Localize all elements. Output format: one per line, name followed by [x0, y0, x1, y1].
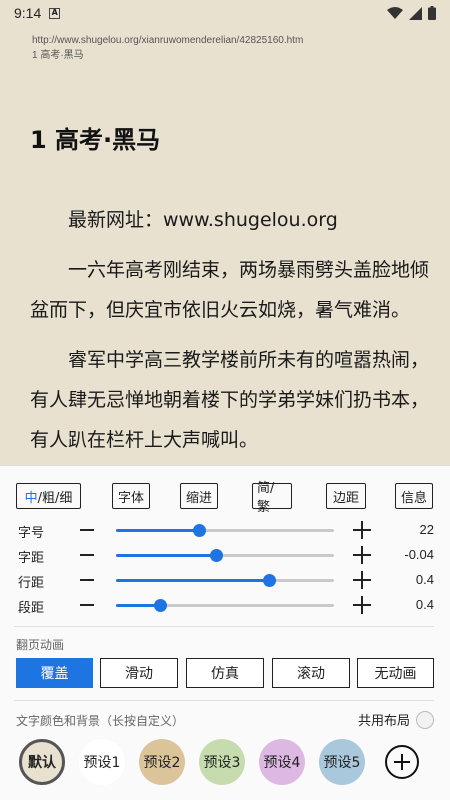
increase-line-spacing-button[interactable] — [353, 571, 371, 589]
slider-label: 段距 — [18, 601, 45, 616]
paragraph: 一六年高考刚结束，两场暴雨劈头盖脸地倾盆而下，但庆宜市依旧火云如烧，暑气难消。 — [30, 259, 430, 321]
letter-spacing-row: 字距 -0.04 — [0, 543, 450, 567]
page-animation-label: 翻页动画 — [16, 638, 65, 652]
slider-label: 字号 — [18, 526, 45, 541]
preset-4[interactable]: 预设4 — [259, 739, 305, 785]
font-button[interactable]: 字体 — [112, 483, 150, 509]
preset-1[interactable]: 预设1 — [79, 739, 125, 785]
letter-spacing-slider[interactable] — [116, 549, 334, 562]
decrease-line-spacing-button[interactable] — [80, 579, 94, 581]
shared-layout-label: 共用布局 — [357, 714, 410, 729]
paragraph: 最新网址：www.shugelou.org — [68, 209, 338, 231]
decrease-letter-spacing-button[interactable] — [80, 554, 94, 556]
divider — [14, 626, 434, 627]
line-spacing-slider[interactable] — [116, 574, 334, 587]
header-chapter-name: 1 高考·黑马 — [32, 50, 84, 61]
signal-icon — [409, 6, 422, 20]
font-size-slider[interactable] — [116, 524, 334, 537]
reader-content[interactable]: 最新网址：www.shugelou.org 一六年高考刚结束，两场暴雨劈头盖脸地… — [30, 200, 430, 465]
slider-thumb[interactable] — [192, 524, 206, 537]
preset-default[interactable]: 默认 — [19, 739, 65, 785]
indent-button[interactable]: 缩进 — [180, 483, 218, 509]
shared-layout-radio[interactable] — [416, 710, 434, 729]
slider-thumb[interactable] — [262, 574, 276, 587]
increase-letter-spacing-button[interactable] — [353, 546, 371, 564]
status-time: 9:14 — [14, 5, 42, 21]
weight-bold-light-options[interactable]: /粗/细 — [38, 487, 73, 506]
battery-icon — [428, 6, 436, 20]
simp-trad-button[interactable]: 简/繁 — [252, 481, 292, 515]
preset-5[interactable]: 预设5 — [319, 739, 365, 785]
increase-paragraph-spacing-button[interactable] — [353, 596, 371, 614]
animation-none-button[interactable]: 无动画 — [357, 658, 434, 688]
page-url: http://www.shugelou.org/xianruwomenderel… — [32, 35, 304, 46]
slider-label: 字距 — [18, 551, 45, 566]
slider-value: 0.4 — [415, 597, 434, 612]
font-weight-button[interactable]: 中/粗/细 — [16, 483, 81, 509]
color-background-label: 文字颜色和背景（长按自定义） — [16, 714, 185, 728]
slider-value: 0.4 — [415, 572, 434, 587]
font-size-row: 字号 22 — [0, 518, 450, 542]
status-bar: 9:14 A — [0, 0, 450, 26]
slider-value: 22 — [419, 522, 434, 537]
paragraph-spacing-slider[interactable] — [116, 599, 334, 612]
slider-thumb[interactable] — [210, 549, 224, 562]
reading-settings-panel: 中/粗/细 字体 缩进 简/繁 边距 信息 字号 22 字距 -0.04 行距 … — [0, 465, 450, 800]
animation-scroll-button[interactable]: 滚动 — [272, 658, 350, 688]
shared-layout-toggle[interactable]: 共用布局 — [358, 710, 434, 729]
preset-3[interactable]: 预设3 — [199, 739, 245, 785]
slider-label: 行距 — [18, 576, 45, 591]
divider — [14, 700, 434, 701]
slider-value: -0.04 — [404, 547, 434, 562]
notification-icon: A — [49, 7, 61, 19]
info-button[interactable]: 信息 — [395, 483, 433, 509]
animation-simulation-button[interactable]: 仿真 — [186, 658, 264, 688]
decrease-paragraph-spacing-button[interactable] — [80, 604, 94, 606]
add-preset-icon[interactable] — [385, 745, 419, 779]
weight-medium-option[interactable]: 中 — [25, 487, 38, 506]
animation-cover-button[interactable]: 覆盖 — [16, 658, 93, 688]
slider-thumb[interactable] — [153, 599, 167, 612]
animation-slide-button[interactable]: 滑动 — [100, 658, 178, 688]
margin-button[interactable]: 边距 — [326, 483, 366, 509]
paragraph: 睿军中学高三教学楼前所未有的喧嚣热闹，有人肆无忌惮地朝着楼下的学弟学妹们扔书本，… — [30, 349, 430, 451]
line-spacing-row: 行距 0.4 — [0, 568, 450, 592]
preset-2[interactable]: 预设2 — [139, 739, 185, 785]
paragraph-spacing-row: 段距 0.4 — [0, 593, 450, 617]
chapter-title: 1 高考·黑马 — [30, 126, 161, 154]
toolbar-row: 中/粗/细 字体 缩进 简/繁 边距 信息 — [0, 481, 450, 515]
status-icons — [387, 6, 436, 20]
wifi-icon — [387, 6, 403, 19]
decrease-font-size-button[interactable] — [80, 529, 94, 531]
page-header: http://www.shugelou.org/xianruwomenderel… — [32, 33, 303, 63]
increase-font-size-button[interactable] — [353, 521, 371, 539]
